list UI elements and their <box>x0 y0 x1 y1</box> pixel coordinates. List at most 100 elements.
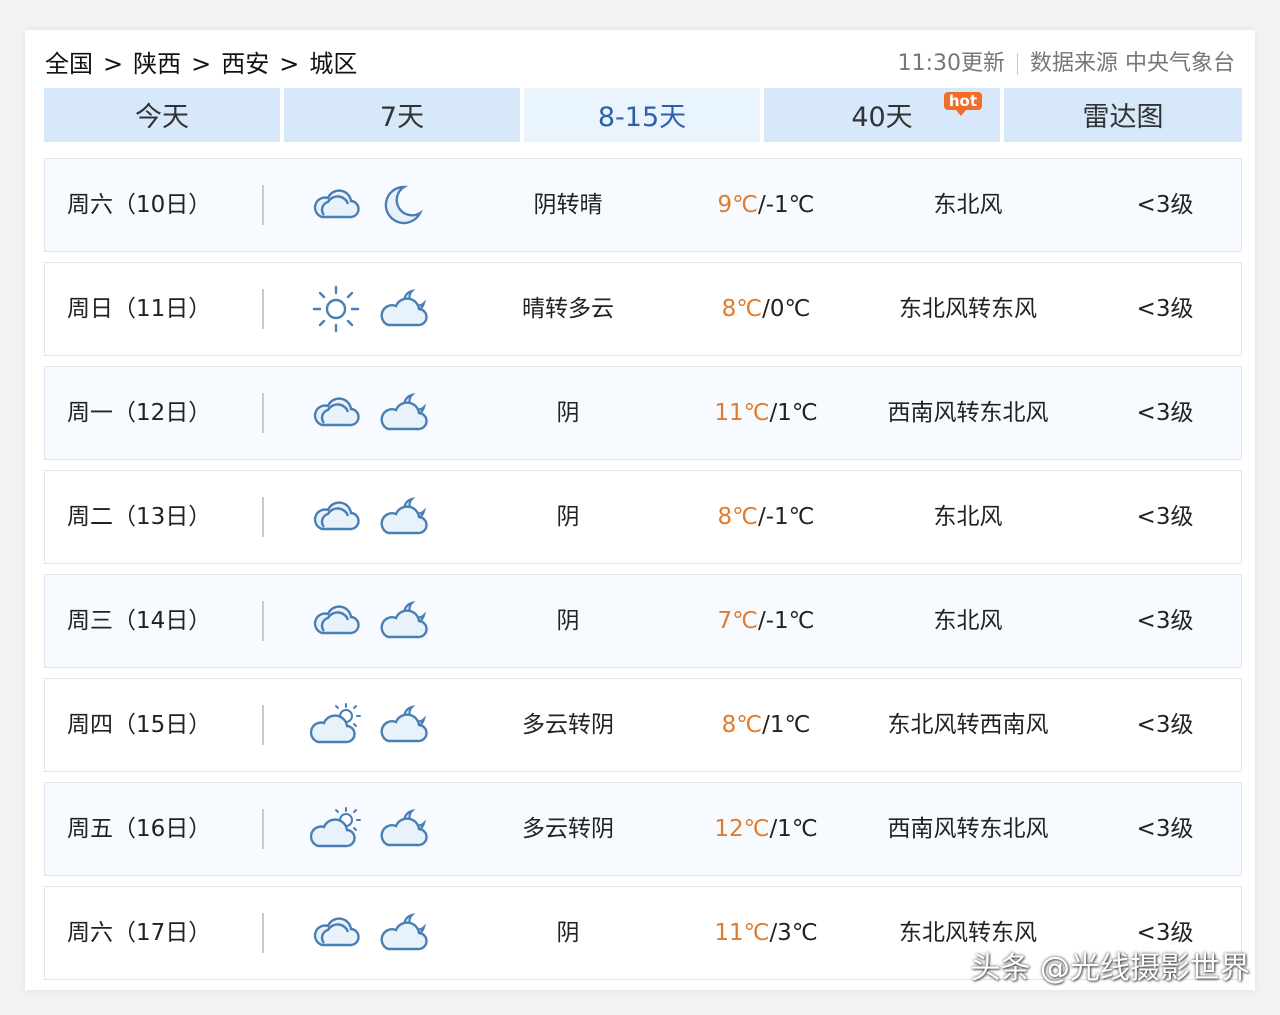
cloud-icon <box>310 391 362 435</box>
weather-description: 晴转多云 <box>522 296 614 322</box>
top-bar: 全国 > 陕西 > 西安 > 城区 11:30更新 数据来源 中央气象台 <box>45 48 1235 80</box>
breadcrumb-country[interactable]: 全国 <box>45 48 93 80</box>
low-temp: /1℃ <box>762 712 811 738</box>
wind-level: <3级 <box>1136 816 1194 842</box>
high-temp: 11℃ <box>714 400 770 426</box>
wind-direction: 东北风转东风 <box>899 296 1037 322</box>
high-temp: 8℃ <box>721 296 763 322</box>
day-label: 周日（11日） <box>67 296 212 322</box>
day-label: 周五（16日） <box>67 816 212 842</box>
weather-card: 全国 > 陕西 > 西安 > 城区 11:30更新 数据来源 中央气象台 今天 … <box>25 30 1255 990</box>
weather-description: 阴 <box>556 608 580 634</box>
tab-8-15-days[interactable]: 8-15天 <box>524 88 760 142</box>
weather-description: 多云转阴 <box>522 816 614 842</box>
low-temp: /-1℃ <box>757 192 815 218</box>
forecast-list: 周六（10日） 阴转晴 9℃/-1℃ 东北风 <3级 周日（11日） 晴转多云 8℃/0℃ 东北… <box>44 158 1242 990</box>
weather-description: 阴转晴 <box>533 192 603 218</box>
wind-level: <3级 <box>1136 192 1194 218</box>
high-temp: 11℃ <box>714 920 770 946</box>
cloud-icon <box>310 183 362 227</box>
wind-level: <3级 <box>1136 712 1194 738</box>
forecast-row: 周五（16日） 多云转阴 12℃/1℃ 西南风转东北风 <3级 <box>44 782 1242 876</box>
moon-cloud-icon <box>378 599 430 643</box>
wind-direction: 东北风 <box>933 192 1003 218</box>
temperature: 12℃/1℃ <box>685 783 847 875</box>
cloud-icon <box>310 911 362 955</box>
column-divider <box>262 289 264 329</box>
moon-cloud-icon <box>378 391 430 435</box>
meta-divider <box>1017 53 1018 75</box>
forecast-row: 周四（15日） 多云转阴 8℃/1℃ 东北风转西南风 <3级 <box>44 678 1242 772</box>
wind-direction: 西南风转东北风 <box>887 816 1049 842</box>
breadcrumb-separator: > <box>191 50 212 78</box>
moon-cloud-icon <box>378 911 430 955</box>
forecast-row: 周一（12日） 阴 11℃/1℃ 西南风转东北风 <3级 <box>44 366 1242 460</box>
breadcrumb: 全国 > 陕西 > 西安 > 城区 <box>45 48 357 80</box>
breadcrumb-separator: > <box>103 50 124 78</box>
temperature: 11℃/1℃ <box>685 367 847 459</box>
high-temp: 8℃ <box>717 504 758 530</box>
high-temp: 7℃ <box>717 608 758 634</box>
moon-cloud-icon <box>378 287 430 331</box>
day-label: 周六（10日） <box>67 192 212 218</box>
low-temp: /1℃ <box>769 400 818 426</box>
day-label: 周四（15日） <box>67 712 212 738</box>
tab-7-days[interactable]: 7天 <box>284 88 520 142</box>
weather-description: 阴 <box>556 504 580 530</box>
watermark: 头条 @光线摄影世界 <box>970 951 1250 986</box>
moon-icon <box>378 183 424 227</box>
column-divider <box>262 601 264 641</box>
low-temp: /3℃ <box>769 920 818 946</box>
sun-cloud-icon <box>310 806 362 852</box>
forecast-row: 周二（13日） 阴 8℃/-1℃ 东北风 <3级 <box>44 470 1242 564</box>
column-divider <box>262 185 264 225</box>
low-temp: /-1℃ <box>757 504 815 530</box>
low-temp: /1℃ <box>769 816 818 842</box>
column-divider <box>262 393 264 433</box>
forecast-row: 周三（14日） 阴 7℃/-1℃ 东北风 <3级 <box>44 574 1242 668</box>
weather-icons <box>310 783 440 875</box>
temperature: 8℃/-1℃ <box>685 471 847 563</box>
breadcrumb-district[interactable]: 城区 <box>309 48 357 80</box>
weather-icons <box>310 679 440 771</box>
forecast-tabs: 今天 7天 8-15天 40天 hot 雷达图 <box>44 88 1242 142</box>
column-divider <box>262 705 264 745</box>
wind-level: <3级 <box>1136 296 1194 322</box>
sun-cloud-icon <box>310 702 362 748</box>
high-temp: 12℃ <box>714 816 770 842</box>
temperature: 8℃/1℃ <box>685 679 847 771</box>
breadcrumb-province[interactable]: 陕西 <box>133 48 181 80</box>
tab-today[interactable]: 今天 <box>44 88 280 142</box>
weather-description: 阴 <box>556 920 580 946</box>
weather-icons <box>310 159 440 251</box>
breadcrumb-city[interactable]: 西安 <box>221 48 269 80</box>
tab-radar[interactable]: 雷达图 <box>1004 88 1242 142</box>
data-source: 数据来源 中央气象台 <box>1030 51 1235 76</box>
tab-40-days[interactable]: 40天 hot <box>764 88 1000 142</box>
forecast-row: 周日（11日） 晴转多云 8℃/0℃ 东北风转东风 <3级 <box>44 262 1242 356</box>
wind-level: <3级 <box>1136 504 1194 530</box>
day-label: 周三（14日） <box>67 608 212 634</box>
wind-level: <3级 <box>1136 400 1194 426</box>
weather-icons <box>310 263 440 355</box>
column-divider <box>262 913 264 953</box>
high-temp: 9℃ <box>717 192 758 218</box>
weather-icons <box>310 575 440 667</box>
temperature: 9℃/-1℃ <box>685 159 847 251</box>
wind-direction: 东北风 <box>933 608 1003 634</box>
weather-icons <box>310 471 440 563</box>
update-meta: 11:30更新 数据来源 中央气象台 <box>898 48 1235 80</box>
wind-direction: 东北风转西南风 <box>887 712 1049 738</box>
wind-direction: 西南风转东北风 <box>887 400 1049 426</box>
column-divider <box>262 497 264 537</box>
moon-cloud-icon <box>378 703 430 747</box>
low-temp: /-1℃ <box>757 608 815 634</box>
weather-description: 阴 <box>556 400 580 426</box>
temperature: 7℃/-1℃ <box>685 575 847 667</box>
weather-icons <box>310 887 440 979</box>
weather-icons <box>310 367 440 459</box>
moon-cloud-icon <box>378 807 430 851</box>
forecast-row: 周六（10日） 阴转晴 9℃/-1℃ 东北风 <3级 <box>44 158 1242 252</box>
day-label: 周二（13日） <box>67 504 212 530</box>
temperature: 8℃/0℃ <box>685 263 847 355</box>
